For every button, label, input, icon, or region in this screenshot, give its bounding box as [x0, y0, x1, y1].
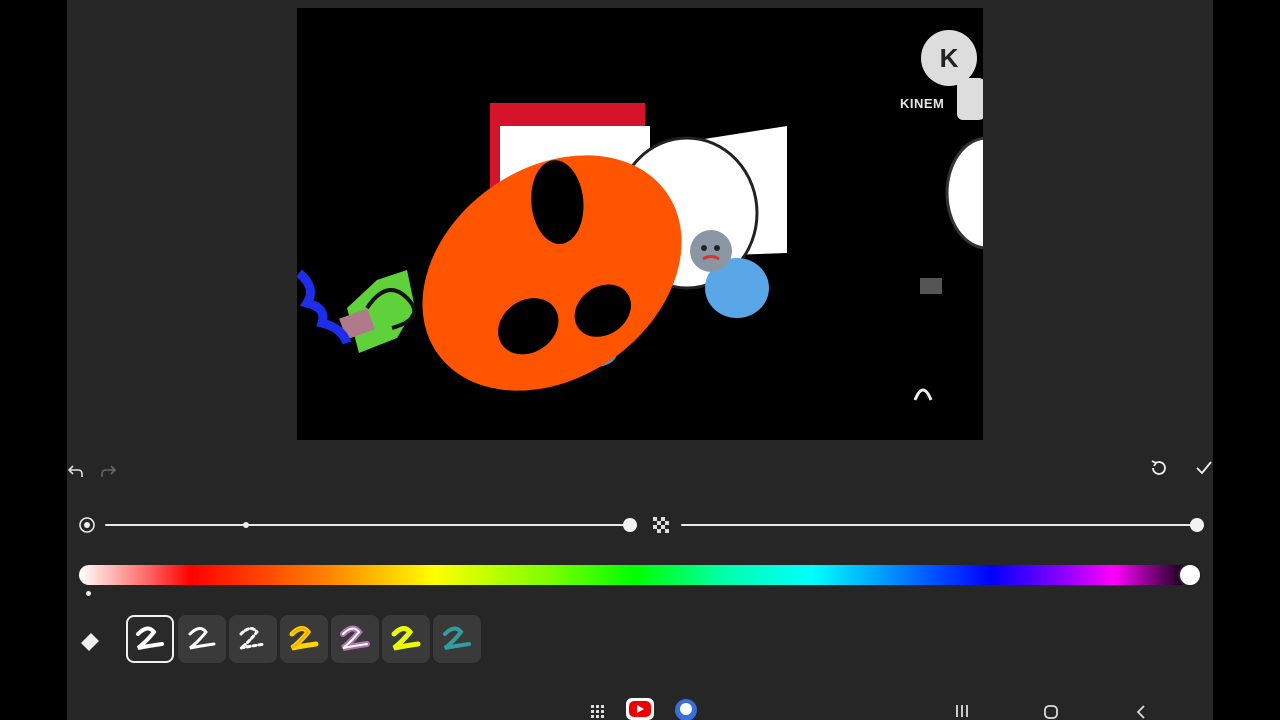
brush-size-slider[interactable]: [105, 524, 630, 526]
home-icon[interactable]: [1043, 704, 1059, 720]
apps-grid-icon[interactable]: [590, 704, 606, 720]
brush-size-icon: [79, 517, 95, 533]
canvas-artwork: [297, 78, 983, 401]
pen-highlighter-yellow-icon: [391, 626, 421, 651]
recent-app-icon[interactable]: [672, 698, 700, 720]
pen-glow-pink-tool[interactable]: [331, 615, 379, 663]
pen-glow-pink-icon: [340, 625, 370, 651]
white-right-shape: [945, 136, 983, 250]
small-image-shape: [920, 278, 942, 294]
undo-icon[interactable]: [67, 462, 85, 480]
color-marker-dot: [86, 591, 91, 596]
drawing-canvas[interactable]: K KINEM: [297, 8, 983, 440]
youtube-icon[interactable]: [626, 698, 654, 720]
check-icon[interactable]: [1194, 458, 1213, 478]
pen-teal-tool[interactable]: [433, 615, 481, 663]
watermark-text: KINEM: [900, 96, 945, 111]
brush-size-thumb[interactable]: [623, 518, 637, 532]
pen-neon-yellow-icon: [289, 626, 319, 651]
pen-highlighter-yellow-tool[interactable]: [382, 615, 430, 663]
gray-emoji-face: [690, 230, 732, 272]
pen-neon-yellow-tool[interactable]: [280, 615, 328, 663]
pen-thin-tool[interactable]: [178, 615, 226, 663]
pen-solid-icon: [136, 626, 164, 650]
opacity-slider[interactable]: [681, 524, 1197, 526]
pen-dotted-tool[interactable]: [229, 615, 277, 663]
redo-icon[interactable]: [99, 462, 117, 480]
brush-size-tick: [243, 522, 249, 528]
drawing-editor: K KINEM: [67, 0, 1213, 720]
blue-scribble: [297, 269, 352, 345]
color-spectrum-bar[interactable]: [79, 565, 1191, 585]
opacity-thumb[interactable]: [1190, 518, 1204, 532]
pen-solid-tool[interactable]: [126, 615, 174, 663]
back-icon[interactable]: [1134, 704, 1148, 720]
eraser-icon: [81, 633, 99, 651]
reset-icon[interactable]: [1149, 458, 1169, 478]
system-navbar: [0, 690, 1280, 720]
recent-apps-icon[interactable]: [954, 704, 970, 718]
pen-dotted-icon: [239, 627, 267, 650]
opacity-icon: [653, 517, 669, 533]
color-picker-thumb[interactable]: [1178, 563, 1202, 587]
eraser-tool[interactable]: [67, 615, 115, 663]
gray-blur-shape: [957, 78, 983, 120]
pen-thin-icon: [188, 627, 216, 650]
kinemaster-logo: K: [921, 30, 977, 86]
tiktok-mark: [913, 388, 933, 401]
pen-teal-icon: [443, 626, 471, 650]
